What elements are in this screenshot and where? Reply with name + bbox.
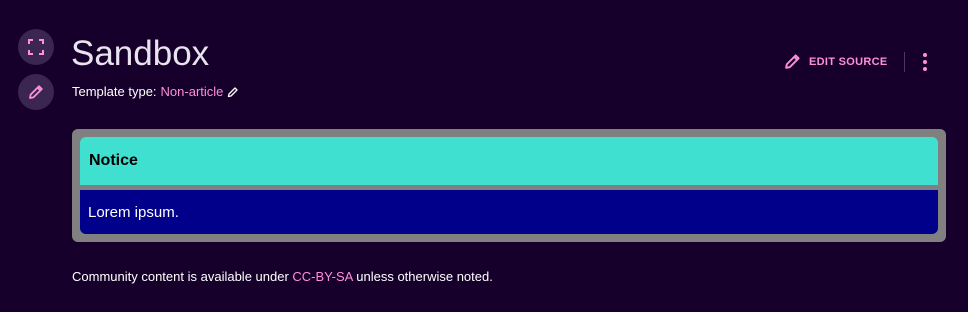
notice-body: Lorem ipsum. — [80, 190, 938, 234]
pencil-icon — [29, 85, 43, 99]
template-type: Template type: Non-article — [72, 84, 239, 99]
footer-prefix: Community content is available under — [72, 269, 289, 284]
notice-box: Notice Lorem ipsum. — [72, 129, 946, 242]
notice-header: Notice — [80, 137, 938, 185]
license-link[interactable]: CC-BY-SA — [292, 269, 352, 284]
page: Sandbox Template type: Non-article EDIT … — [0, 0, 968, 312]
pencil-icon — [785, 54, 800, 69]
toolbar-divider — [904, 52, 905, 72]
edit-source-label: EDIT SOURCE — [809, 55, 888, 68]
more-vertical-icon — [923, 53, 927, 57]
pencil-icon[interactable] — [227, 86, 239, 98]
edit-source-button[interactable]: EDIT SOURCE — [783, 52, 887, 71]
fullscreen-button[interactable] — [18, 29, 54, 65]
template-type-link[interactable]: Non-article — [161, 84, 224, 99]
footer-suffix: unless otherwise noted. — [356, 269, 493, 284]
more-vertical-icon — [923, 67, 927, 71]
page-title: Sandbox — [71, 34, 210, 73]
edit-page-button[interactable] — [18, 74, 54, 110]
license-footer: Community content is available under CC-… — [72, 269, 493, 284]
fullscreen-icon — [28, 39, 44, 55]
more-actions-button[interactable] — [917, 52, 933, 72]
more-vertical-icon — [923, 60, 927, 64]
template-type-label: Template type: — [72, 84, 157, 99]
